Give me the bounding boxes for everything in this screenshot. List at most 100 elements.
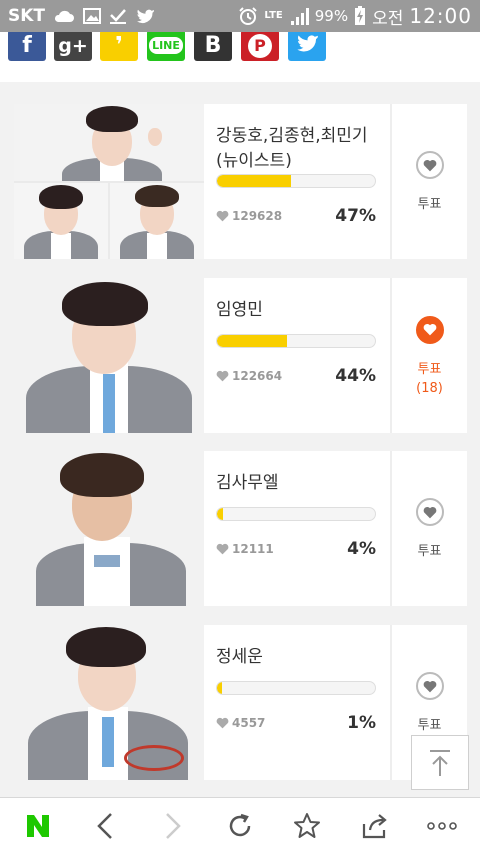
vote-percent: 44% bbox=[335, 366, 376, 386]
vote-total: 122664 bbox=[232, 369, 283, 383]
candidate-info: 임영민 122664 44% bbox=[204, 278, 390, 433]
alarm-icon bbox=[238, 6, 258, 26]
bookmark-star-icon bbox=[294, 812, 321, 838]
vote-percent: 1% bbox=[347, 713, 376, 733]
candidate-name: 강동호,김종현,최민기 (뉴이스트) bbox=[216, 126, 368, 171]
forward-icon bbox=[165, 812, 181, 839]
google-plus-icon: g+ bbox=[58, 34, 88, 57]
google-plus-share-button[interactable]: g+ bbox=[54, 32, 92, 61]
facebook-share-button[interactable]: f bbox=[8, 32, 46, 61]
heart-icon bbox=[216, 370, 229, 382]
line-icon: LINE bbox=[149, 37, 183, 54]
cloud-icon bbox=[53, 9, 75, 23]
candidate-name: 임영민 bbox=[216, 300, 263, 320]
refresh-button[interactable] bbox=[214, 800, 266, 852]
bookmark-button[interactable] bbox=[281, 800, 333, 852]
vote-label: 투표 bbox=[417, 361, 442, 377]
am-pm-label: 오전 bbox=[372, 8, 404, 29]
heart-icon bbox=[423, 323, 436, 336]
vote-progress-bar bbox=[216, 681, 376, 695]
vote-progress-fill bbox=[217, 335, 287, 347]
share-row: f g+ ❜ LINE B P bbox=[0, 32, 480, 82]
signal-icon bbox=[289, 7, 309, 25]
vote-heart-circle bbox=[415, 672, 444, 700]
vote-progress-bar bbox=[216, 507, 376, 521]
carrier-label: SKT bbox=[8, 6, 46, 26]
pinterest-icon: P bbox=[248, 33, 272, 58]
vote-label: 투표 bbox=[417, 544, 442, 559]
share-icon bbox=[362, 813, 387, 838]
vote-button[interactable]: 투표 bbox=[390, 451, 467, 606]
more-button[interactable] bbox=[416, 800, 468, 852]
battery-percent: 99% bbox=[314, 7, 349, 25]
browser-bottom-bar bbox=[0, 797, 480, 853]
share-button[interactable] bbox=[349, 800, 401, 852]
heart-icon bbox=[423, 506, 436, 518]
vote-total: 129628 bbox=[232, 209, 283, 223]
vote-count-display: 4557 bbox=[216, 716, 265, 730]
refresh-icon bbox=[229, 813, 251, 836]
vote-heart-circle bbox=[415, 498, 444, 526]
my-vote-count: (18) bbox=[416, 380, 443, 396]
vote-label: 투표 bbox=[417, 197, 442, 212]
vote-total: 4557 bbox=[232, 716, 266, 730]
battery-charging-icon bbox=[354, 6, 366, 26]
vote-progress-fill bbox=[217, 682, 222, 694]
arrow-up-icon bbox=[430, 749, 450, 776]
candidate-photo bbox=[14, 451, 204, 606]
candidate-name: 정세운 bbox=[216, 647, 263, 667]
download-check-icon bbox=[109, 8, 127, 24]
twitter-share-button[interactable] bbox=[288, 32, 326, 61]
naver-home-icon bbox=[26, 814, 49, 837]
twitter-icon bbox=[295, 33, 319, 59]
vote-heart-circle bbox=[415, 151, 444, 179]
line-share-button[interactable]: LINE bbox=[147, 32, 185, 61]
kakaostory-share-button[interactable]: ❜ bbox=[100, 32, 138, 61]
vote-percent: 4% bbox=[347, 539, 376, 559]
candidate-info: 정세운 4557 1% bbox=[204, 625, 390, 780]
candidate-photo bbox=[14, 625, 204, 780]
band-icon: B bbox=[204, 33, 222, 58]
network-type-label: LTE bbox=[264, 10, 283, 21]
vote-heart-circle-active bbox=[415, 315, 444, 344]
heart-icon bbox=[216, 210, 229, 222]
naver-home-button[interactable] bbox=[12, 800, 64, 852]
back-icon bbox=[97, 812, 113, 839]
vote-progress-bar bbox=[216, 334, 376, 348]
facebook-icon: f bbox=[22, 33, 32, 58]
candidate-name: 김사무엘 bbox=[216, 473, 279, 493]
candidate-info: 김사무엘 12111 4% bbox=[204, 451, 390, 606]
scroll-to-top-button[interactable] bbox=[411, 735, 469, 790]
status-bar: SKT LTE 99% 오전 12:00 bbox=[0, 0, 480, 32]
heart-icon bbox=[216, 543, 229, 555]
gallery-icon bbox=[83, 8, 102, 24]
band-share-button[interactable]: B bbox=[194, 32, 232, 61]
candidate-card: 정세운 4557 1% 투표 bbox=[14, 625, 467, 780]
candidate-photo bbox=[14, 104, 204, 259]
twitter-notification-icon bbox=[135, 8, 155, 24]
pinterest-share-button[interactable]: P bbox=[241, 32, 279, 61]
vote-count-display: 129628 bbox=[216, 209, 282, 223]
vote-count-display: 122664 bbox=[216, 369, 282, 383]
heart-icon bbox=[216, 717, 229, 729]
vote-percent: 47% bbox=[335, 206, 376, 226]
candidate-photo bbox=[14, 278, 204, 433]
clock: 12:00 bbox=[409, 4, 472, 28]
heart-icon bbox=[423, 159, 436, 171]
candidate-card: 강동호,김종현,최민기 (뉴이스트) 129628 47% 투표 bbox=[14, 104, 467, 259]
vote-progress-bar bbox=[216, 174, 376, 188]
more-icon bbox=[427, 821, 458, 830]
candidate-info: 강동호,김종현,최민기 (뉴이스트) 129628 47% bbox=[204, 104, 390, 259]
vote-count-display: 12111 bbox=[216, 542, 274, 556]
forward-button[interactable] bbox=[147, 800, 199, 852]
vote-button[interactable]: 투표 bbox=[390, 104, 467, 259]
vote-progress-fill bbox=[217, 175, 292, 187]
vote-total: 12111 bbox=[232, 542, 274, 556]
candidate-card: 김사무엘 12111 4% 투표 bbox=[14, 451, 467, 606]
vote-label: 투표 bbox=[417, 718, 442, 733]
back-button[interactable] bbox=[79, 800, 131, 852]
candidate-card: 임영민 122664 44% 투표 (18) bbox=[14, 278, 467, 433]
kakaostory-icon: ❜ bbox=[115, 33, 123, 58]
vote-button[interactable]: 투표 (18) bbox=[390, 278, 467, 433]
heart-icon bbox=[423, 680, 436, 692]
